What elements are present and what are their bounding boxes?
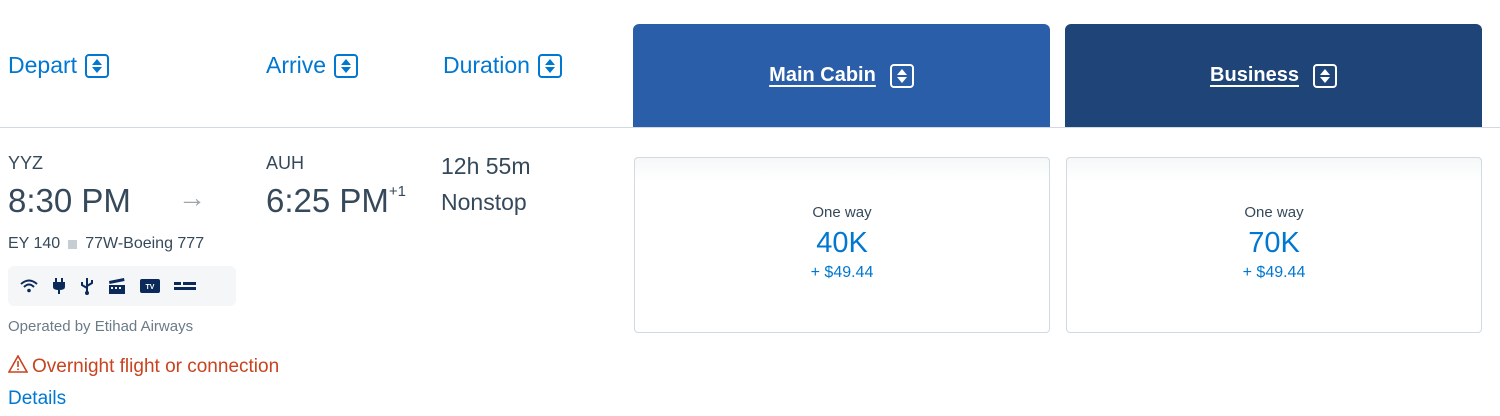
sort-depart-button[interactable]: Depart [8,52,110,79]
day-offset: +1 [388,183,407,200]
sort-duration-button[interactable]: Duration [443,52,562,79]
header-divider [0,127,1500,128]
sort-icon [889,63,914,88]
sort-icon [537,53,562,78]
business-header[interactable]: Business [1065,24,1482,127]
main-cabin-header[interactable]: Main Cabin [633,24,1050,127]
overnight-warning: Overnight flight or connection [7,354,280,379]
tv-icon: TV [140,279,160,293]
main-cabin-label: Main Cabin [769,64,876,86]
arrive-header-label: Arrive [266,52,327,78]
wifi-icon [20,279,38,293]
sort-arrive-button[interactable]: Arrive [266,52,359,79]
flight-duration: 12h 55m [441,153,531,179]
arrow-right-icon: → [178,182,206,213]
duration-header-label: Duration [443,52,530,78]
fare-miles: 40K [816,227,868,259]
fare-label: One way [1244,204,1304,221]
separator-square [68,239,78,249]
arrive-time: 6:25 PM [266,182,389,219]
warning-icon [7,354,29,379]
destination-code: AUH [266,153,305,173]
entertainment-icon [108,278,126,294]
sort-icon [334,53,359,78]
fare-label: One way [812,204,872,221]
fare-tax: + $49.44 [1242,264,1306,281]
aircraft-type: 77W-Boeing 777 [85,235,205,252]
arrive-time-group: 6:25 PM+1 [266,182,406,220]
business-label: Business [1210,64,1299,86]
sort-icon [1312,63,1337,88]
amenities-bar[interactable]: TV [8,266,236,306]
business-fare[interactable]: One way 70K + $49.44 [1066,157,1482,333]
main-cabin-fare[interactable]: One way 40K + $49.44 [634,157,1050,333]
warning-text: Overnight flight or connection [32,356,280,377]
fare-tax: + $49.44 [810,264,874,281]
flight-stops: Nonstop [441,189,527,215]
lie-flat-seat-icon [174,280,196,292]
power-outlet-icon [52,278,66,294]
usb-icon [80,277,94,295]
sort-icon [85,53,110,78]
operated-by: Operated by Etihad Airways [8,318,194,335]
origin-code: YYZ [8,153,44,173]
fare-miles: 70K [1248,227,1300,259]
depart-time: 8:30 PM [8,182,131,219]
svg-text:TV: TV [146,284,155,291]
details-link[interactable]: Details [8,388,66,410]
flight-info: EY 140 77W-Boeing 777 [8,235,204,253]
depart-header-label: Depart [8,52,78,78]
flight-number: EY 140 [8,235,61,252]
